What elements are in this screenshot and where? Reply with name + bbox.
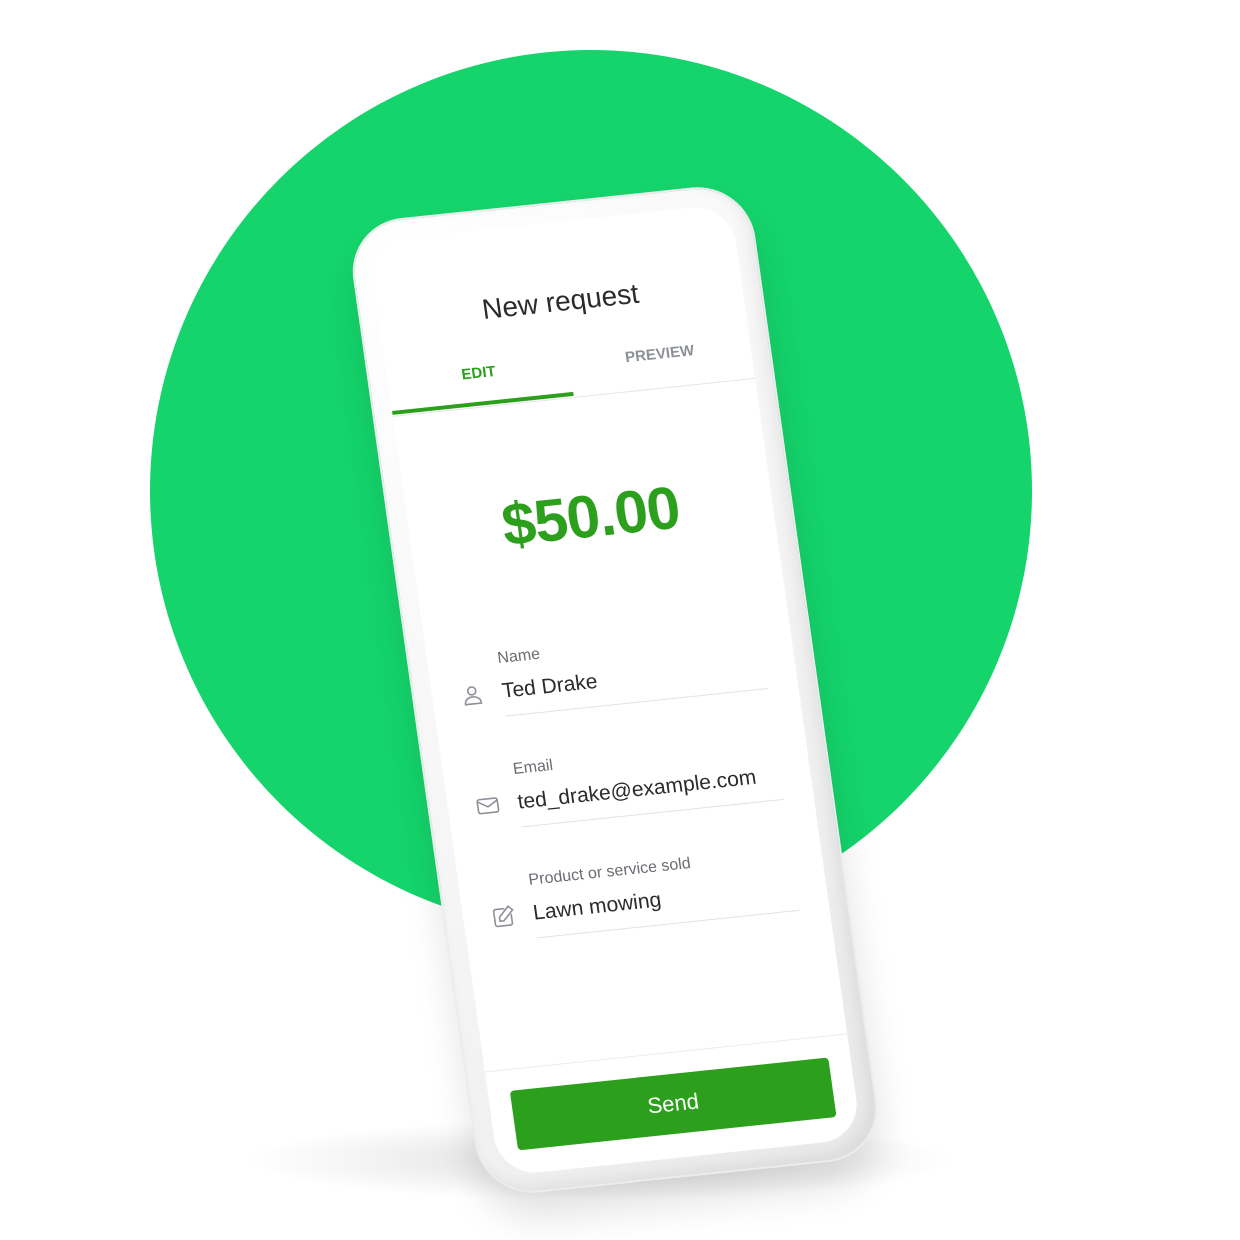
email-field[interactable]: Email ted_drake@example.com	[476, 734, 786, 841]
name-input[interactable]: Ted Drake	[500, 670, 599, 704]
edit-icon	[492, 905, 514, 928]
page-title: New request	[480, 277, 641, 325]
product-input[interactable]: Lawn mowing	[532, 888, 663, 925]
tab-edit[interactable]: EDIT	[386, 349, 574, 415]
stage: New request EDIT PREVIEW $50.00 Name Ted…	[0, 0, 1240, 1240]
envelope-icon	[476, 797, 500, 815]
send-button[interactable]: Send	[509, 1057, 837, 1151]
tab-bar: EDIT PREVIEW	[386, 330, 756, 417]
amount-display[interactable]: $50.00	[405, 463, 777, 569]
product-field[interactable]: Product or service sold Lawn mowing	[492, 844, 801, 951]
name-label: Name	[496, 645, 542, 668]
tab-preview[interactable]: PREVIEW	[567, 330, 755, 395]
email-label: Email	[511, 756, 555, 778]
product-label: Product or service sold	[527, 855, 692, 889]
name-field[interactable]: Name Ted Drake	[464, 623, 770, 730]
person-icon	[464, 686, 483, 706]
